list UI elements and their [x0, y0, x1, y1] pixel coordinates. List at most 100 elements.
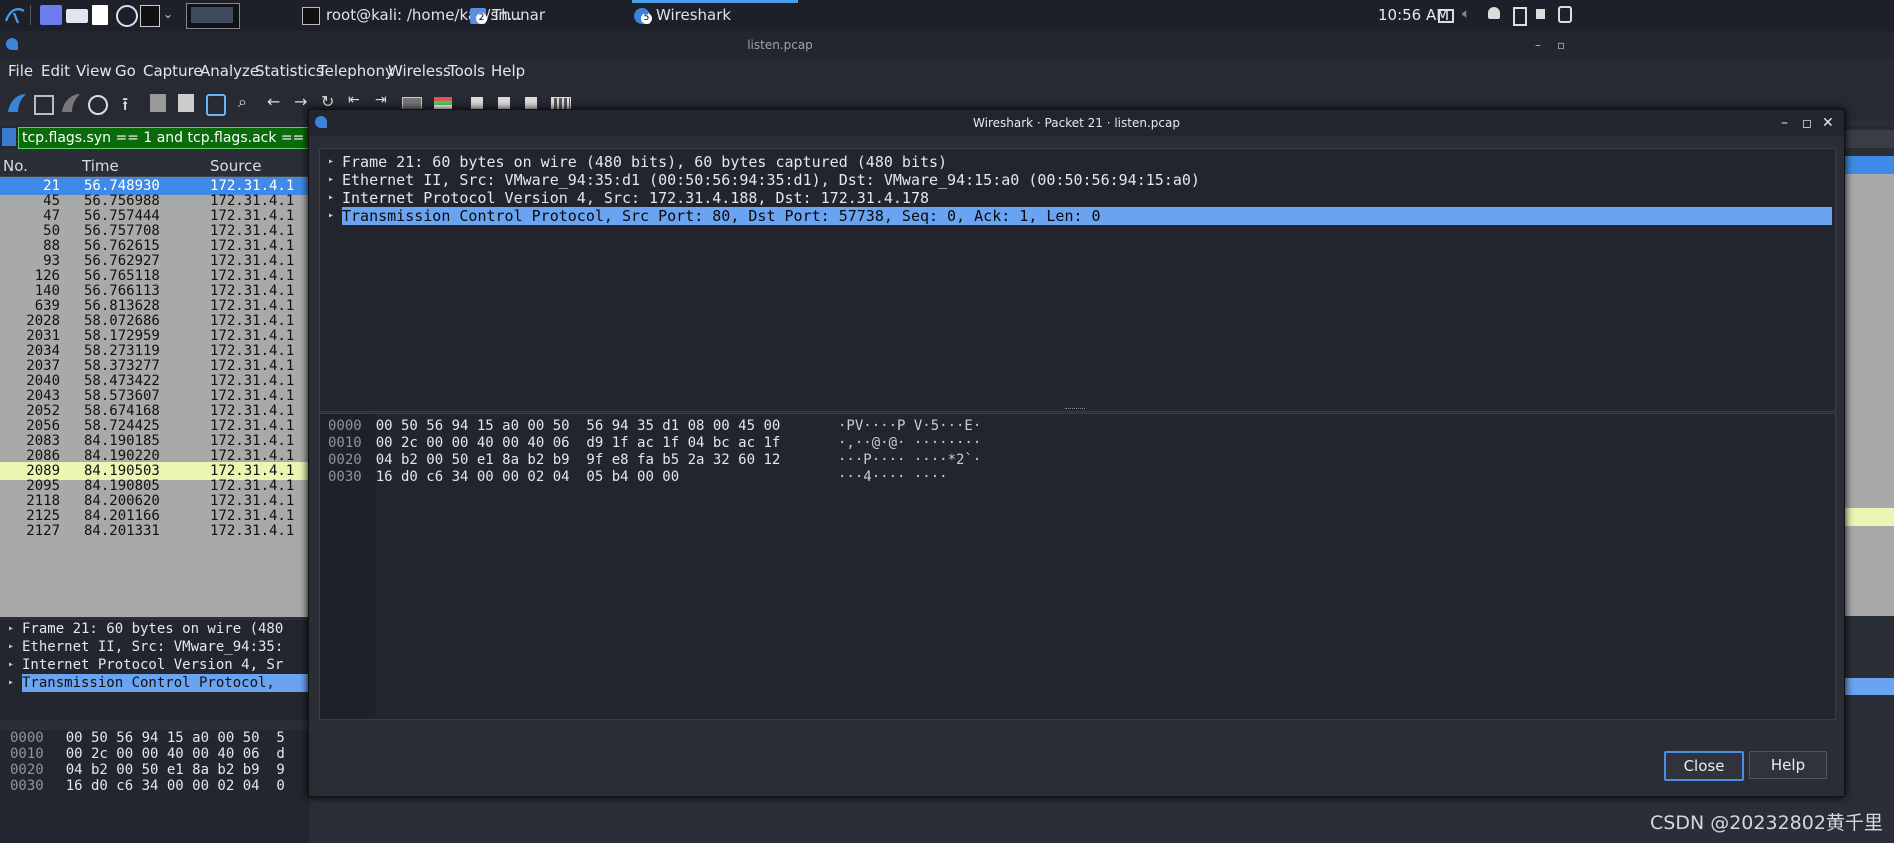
terminal-launcher-icon[interactable]: [140, 5, 160, 27]
tree-item[interactable]: ▸ Frame 21: 60 bytes on wire (480: [0, 620, 310, 638]
capture-options-icon[interactable]: [88, 95, 108, 115]
file-manager-icon[interactable]: [66, 9, 88, 23]
open-file-icon[interactable]: ⭱: [122, 92, 144, 115]
menu-telephony[interactable]: Telephony: [318, 62, 394, 80]
tree-item[interactable]: ▸ Transmission Control Protocol, Src Port…: [320, 207, 1835, 225]
column-no[interactable]: No.: [3, 157, 28, 175]
hex-offset: 0030: [10, 778, 44, 794]
close-button[interactable]: Close: [1664, 751, 1744, 781]
packet-list[interactable]: 21 56.748930 172.31.4.1 45 56.756988 172.31.4…: [0, 177, 310, 617]
minimize-icon[interactable]: –: [1535, 31, 1541, 59]
hex-ascii: ·,··@·@· ········: [838, 435, 982, 451]
expand-arrow-icon[interactable]: ▸: [328, 189, 334, 207]
expand-arrow-icon[interactable]: ▸: [8, 638, 14, 656]
menu-wireless[interactable]: Wireless: [388, 62, 451, 80]
hex-offset: 0010: [328, 435, 362, 451]
menu-help[interactable]: Help: [491, 62, 525, 80]
highlight-row-edge: [1845, 508, 1894, 526]
text-editor-icon[interactable]: [92, 5, 108, 25]
expand-arrow-icon[interactable]: ▸: [328, 153, 334, 171]
battery-icon[interactable]: [1513, 7, 1527, 26]
hex-offset: 0020: [10, 762, 44, 778]
tree-item[interactable]: ▸ Internet Protocol Version 4, Src: 172.3…: [320, 189, 1835, 207]
menu-view[interactable]: View: [76, 62, 112, 80]
column-time[interactable]: Time: [82, 157, 119, 175]
workspace-switcher[interactable]: [186, 3, 240, 29]
hex-bytes: 00 50 56 94 15 a0 00 50 5: [65, 730, 285, 746]
watermark: CSDN @20232802黄千里: [1650, 812, 1883, 834]
help-button[interactable]: Help: [1749, 751, 1827, 779]
zoom-in-icon[interactable]: [471, 97, 483, 109]
filter-apply-area[interactable]: [1845, 130, 1894, 148]
menu-file[interactable]: File: [8, 62, 33, 80]
packet-list-right-edge: [1845, 156, 1894, 616]
maximize-icon[interactable]: ▫: [1557, 31, 1565, 59]
hex-row[interactable]: 0020 04 b2 00 50 e1 8a b2 b9 9f e8 fa b5 …: [328, 452, 981, 469]
kali-menu-icon[interactable]: [4, 5, 26, 25]
selected-row-edge: [1845, 156, 1894, 174]
close-file-icon[interactable]: [178, 94, 194, 112]
menu-capture[interactable]: Capture: [143, 62, 203, 80]
normal-size-icon[interactable]: [525, 97, 537, 109]
task-badge: 2: [476, 13, 487, 24]
notification-bell-icon[interactable]: [1488, 7, 1500, 19]
tree-item[interactable]: ▸ Internet Protocol Version 4, Sr: [0, 656, 310, 674]
hex-row[interactable]: 0000 00 50 56 94 15 a0 00 50 56 94 35 d1 …: [328, 418, 981, 435]
menu-bar: File Edit View Go Capture Analyze Statis…: [0, 59, 1894, 85]
tree-item[interactable]: ▸ Frame 21: 60 bytes on wire (480 bits), …: [320, 153, 1835, 171]
splitter-handle[interactable]: [1065, 408, 1085, 412]
dialog-titlebar: Wireshark · Packet 21 · listen.pcap – ◻ …: [309, 110, 1844, 136]
desktop-icon[interactable]: [40, 5, 62, 25]
hex-offset: 0030: [328, 469, 362, 485]
web-browser-icon[interactable]: [116, 5, 138, 27]
column-source[interactable]: Source: [210, 157, 262, 175]
terminal-icon: [302, 6, 320, 25]
menu-tools[interactable]: Tools: [448, 62, 485, 80]
wireshark-fin-icon: [315, 116, 327, 128]
display-filter-input[interactable]: tcp.flags.syn == 1 and tcp.flags.ack == …: [18, 127, 320, 149]
expand-arrow-icon[interactable]: ▸: [8, 656, 14, 674]
back-arrow-icon[interactable]: ←: [267, 92, 289, 114]
menu-statistics[interactable]: Statistics: [255, 62, 324, 80]
tree-item[interactable]: ▸ Transmission Control Protocol,: [0, 674, 310, 692]
save-file-icon[interactable]: [150, 94, 166, 112]
zoom-out-icon[interactable]: [498, 97, 510, 109]
hex-row: 0000 00 50 56 94 15 a0 00 50 5: [10, 730, 285, 747]
menu-edit[interactable]: Edit: [41, 62, 70, 80]
window-title: listen.pcap: [747, 38, 813, 52]
minimize-icon[interactable]: –: [1781, 110, 1788, 136]
packet-details-pane: ▸ Frame 21: 60 bytes on wire (480 ▸ Etherne…: [0, 620, 310, 720]
hex-bytes: 00 50 56 94 15 a0 00 50 56 94 35 d1 08 0…: [375, 418, 781, 434]
table-row[interactable]: 2127 84.201331 172.31.4.1: [0, 522, 310, 540]
hex-row[interactable]: 0030 16 d0 c6 34 00 00 02 04 05 b4 00 00 ·…: [328, 469, 948, 486]
lock-icon[interactable]: [1558, 6, 1572, 23]
search-icon[interactable]: ⌕: [238, 92, 260, 114]
expand-arrow-icon[interactable]: ▸: [328, 207, 334, 225]
expand-arrow-icon[interactable]: ▸: [328, 171, 334, 189]
packet-tree[interactable]: ▸ Frame 21: 60 bytes on wire (480 bits), …: [319, 148, 1836, 412]
colorize-icon[interactable]: [434, 97, 452, 109]
cell-time: 84.201331: [84, 523, 160, 539]
menu-analyze[interactable]: Analyze: [200, 62, 259, 80]
start-capture-icon[interactable]: [6, 92, 28, 114]
tree-item[interactable]: ▸ Ethernet II, Src: VMware_94:35:: [0, 638, 310, 656]
hex-row: 0030 16 d0 c6 34 00 00 02 04 0: [10, 778, 285, 795]
hex-row[interactable]: 0010 00 2c 00 00 40 00 40 06 d9 1f ac 1f …: [328, 435, 981, 452]
expand-arrow-icon[interactable]: ▸: [8, 674, 14, 692]
reload-file-icon[interactable]: [206, 94, 226, 116]
maximize-icon[interactable]: ◻: [1802, 110, 1812, 136]
chevron-down-icon[interactable]: ⌄: [163, 7, 173, 21]
expand-arrow-icon[interactable]: ▸: [8, 620, 14, 638]
restart-capture-icon[interactable]: [60, 92, 82, 114]
hex-dump[interactable]: 0000 00 50 56 94 15 a0 00 50 56 94 35 d1 …: [319, 413, 1836, 720]
bookmark-icon[interactable]: [2, 128, 16, 146]
display-icon[interactable]: [1438, 9, 1454, 23]
power-icon[interactable]: [1536, 9, 1545, 19]
hex-row: 0020 04 b2 00 50 e1 8a b2 b9 9: [10, 762, 285, 779]
volume-icon[interactable]: 🔈︎: [1462, 6, 1470, 22]
close-icon[interactable]: ✕: [1822, 110, 1834, 136]
menu-go[interactable]: Go: [115, 62, 136, 80]
packet-list-header: No. Time Source: [0, 156, 310, 177]
tree-item[interactable]: ▸ Ethernet II, Src: VMware_94:35:d1 (00:5…: [320, 171, 1835, 189]
stop-capture-icon[interactable]: [34, 95, 54, 115]
